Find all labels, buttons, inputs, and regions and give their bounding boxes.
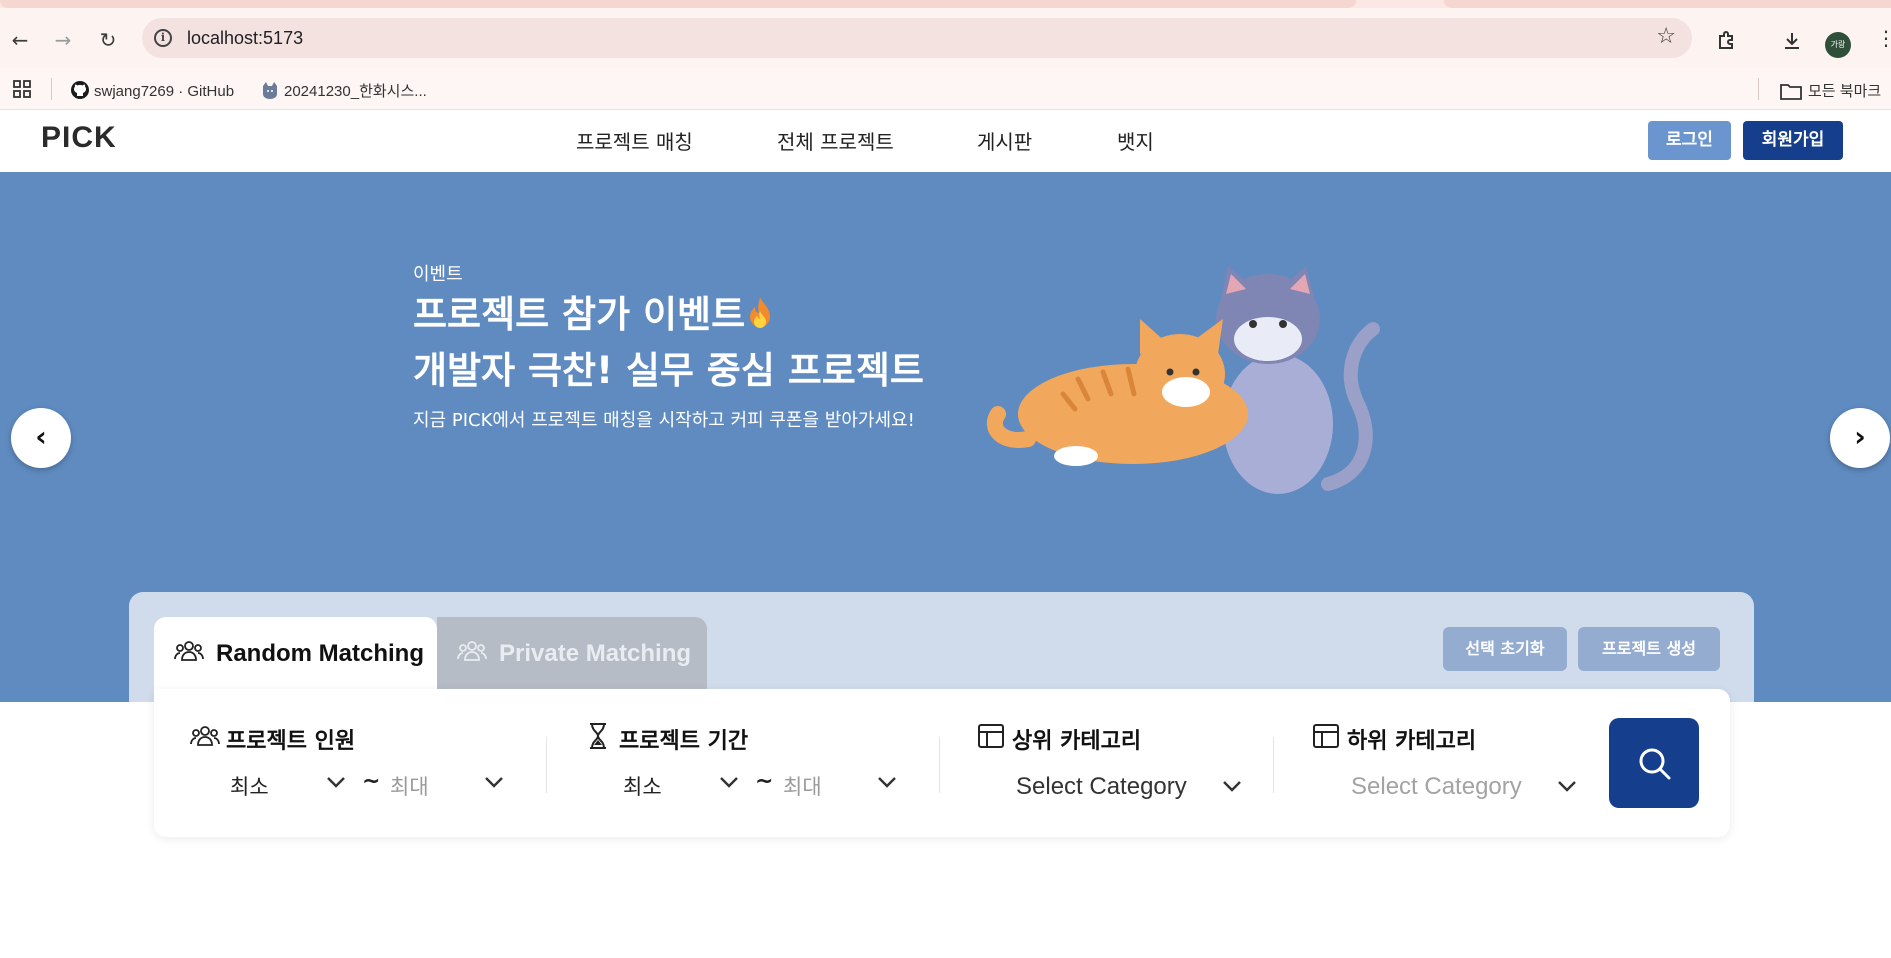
tab-label: Private Matching (499, 640, 692, 667)
filter-title: 상위 카테고리 (1012, 729, 1142, 754)
login-button[interactable]: 로그인 (1648, 121, 1731, 160)
search-button[interactable] (1609, 718, 1699, 808)
browser-toolbar: ← → ↻ i localhost:5173 ☆ 가랑 ⋮ (0, 8, 1891, 68)
hourglass-icon (590, 723, 606, 749)
duration-max-select[interactable]: 최대 (783, 771, 822, 801)
fire-icon (750, 297, 771, 328)
page: ← → ↻ i localhost:5173 ☆ 가랑 ⋮ swjang7269… (0, 0, 1891, 958)
bookmark-hanwha[interactable]: 20241230_한화시스... (260, 80, 427, 101)
carousel-prev-button[interactable]: ‹ (11, 408, 71, 468)
site-header: PICK 프로젝트 매칭 전체 프로젝트 게시판 뱃지 로그인 회원가입 (0, 110, 1891, 172)
filter-divider (1273, 737, 1274, 793)
filter-divider (939, 737, 940, 793)
child-category-select[interactable]: Select Category (1351, 773, 1522, 801)
chevron-down-icon[interactable] (719, 775, 739, 789)
signup-button[interactable]: 회원가입 (1743, 121, 1843, 160)
bookmark-label: swjang7269 · GitHub (94, 83, 235, 100)
users-icon (190, 726, 220, 746)
hero-title-line2: 개발자 극찬! 실무 중심 프로젝트 (413, 349, 924, 392)
tab-random-matching[interactable]: Random Matching (154, 617, 437, 689)
cats-illustration (986, 266, 1380, 494)
nav-all-projects[interactable]: 전체 프로젝트 (777, 126, 894, 155)
hero-description: 지금 PICK에서 프로젝트 매칭을 시작하고 커피 쿠폰을 받아가세요! (413, 410, 915, 431)
nav-project-matching[interactable]: 프로젝트 매칭 (576, 126, 693, 155)
nav-board[interactable]: 게시판 (977, 126, 1032, 155)
members-max-select[interactable]: 최대 (390, 771, 429, 801)
chevron-down-icon[interactable] (1557, 779, 1577, 793)
browser-tab[interactable] (0, 0, 1356, 8)
parent-category-select[interactable]: Select Category (1016, 773, 1187, 801)
profile-avatar[interactable]: 가랑 (1825, 32, 1851, 58)
bookmark-divider (1758, 78, 1759, 100)
carousel-next-button[interactable]: › (1830, 408, 1890, 468)
site-info-icon[interactable]: i (154, 29, 172, 47)
reset-selection-button[interactable]: 선택 초기화 (1443, 627, 1567, 671)
bookmark-divider (51, 78, 52, 100)
folder-icon (1780, 84, 1802, 100)
reload-icon[interactable]: ↻ (94, 26, 122, 54)
filter-parent-category: 상위 카테고리 Select Category (976, 689, 1286, 837)
all-bookmarks-label: 모든 북마크 (1808, 83, 1882, 100)
cat-favicon-icon (263, 82, 277, 99)
filter-card: 프로젝트 인원 최소 ~ 최대 프로젝트 기간 최소 ~ 최대 상위 카테고리 … (154, 689, 1730, 837)
address-bar[interactable]: i localhost:5173 ☆ (142, 18, 1692, 58)
users-icon (174, 641, 204, 661)
hero-title: 프로젝트 참가 이벤트 개발자 극찬! 실무 중심 프로젝트 (413, 287, 924, 399)
range-tilde: ~ (755, 769, 774, 794)
bookmark-star-icon[interactable]: ☆ (1656, 24, 1676, 49)
layout-icon (978, 724, 1004, 748)
url-text[interactable]: localhost:5173 (187, 28, 303, 49)
extensions-icon[interactable] (1716, 30, 1738, 57)
download-icon[interactable] (1781, 30, 1803, 57)
browser-tab[interactable] (1444, 0, 1891, 8)
apps-grid-icon[interactable] (12, 79, 32, 103)
create-project-button[interactable]: 프로젝트 생성 (1578, 627, 1720, 671)
github-icon (71, 81, 89, 99)
all-bookmarks[interactable]: 모든 북마크 (1780, 80, 1881, 101)
filter-title: 하위 카테고리 (1347, 729, 1477, 754)
menu-icon[interactable]: ⋮ (1876, 26, 1891, 50)
back-icon[interactable]: ← (6, 26, 34, 54)
tab-private-matching[interactable]: Private Matching (437, 617, 707, 689)
search-icon (1639, 748, 1671, 780)
browser-tabstrip (0, 0, 1891, 8)
filter-title: 프로젝트 인원 (226, 729, 356, 754)
tab-label: Random Matching (216, 640, 424, 667)
range-tilde: ~ (362, 769, 381, 794)
chevron-down-icon[interactable] (484, 775, 504, 789)
hero-title-line1: 프로젝트 참가 이벤트 (413, 293, 746, 336)
duration-min-select[interactable]: 최소 (623, 771, 662, 801)
layout-icon (1313, 724, 1339, 748)
chevron-down-icon[interactable] (1222, 779, 1242, 793)
filter-title: 프로젝트 기간 (619, 729, 749, 754)
users-icon (457, 641, 487, 661)
bookmark-github[interactable]: swjang7269 · GitHub (70, 80, 234, 100)
filter-divider (546, 737, 547, 793)
filter-members: 프로젝트 인원 최소 ~ 최대 (190, 689, 530, 837)
bookmark-label: 20241230_한화시스... (284, 83, 427, 100)
bookmarks-bar: swjang7269 · GitHub 20241230_한화시스... 모든 … (0, 68, 1891, 110)
nav-badges[interactable]: 뱃지 (1117, 126, 1154, 155)
forward-icon[interactable]: → (49, 26, 77, 54)
site-logo[interactable]: PICK (41, 121, 117, 155)
chevron-down-icon[interactable] (326, 775, 346, 789)
members-min-select[interactable]: 최소 (230, 771, 269, 801)
hero-tag: 이벤트 (413, 264, 463, 285)
filter-child-category: 하위 카테고리 Select Category (1311, 689, 1601, 837)
filter-duration: 프로젝트 기간 최소 ~ 최대 (583, 689, 923, 837)
chevron-down-icon[interactable] (877, 775, 897, 789)
